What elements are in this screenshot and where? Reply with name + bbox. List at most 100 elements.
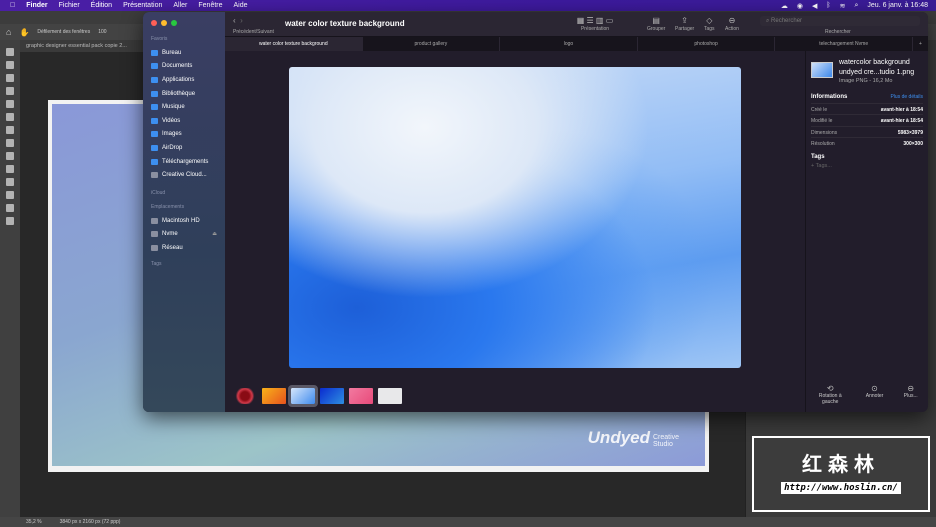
document-tab[interactable]: graphic designer essential pack copie 2.… (20, 40, 150, 52)
minimize-button[interactable] (161, 20, 167, 26)
text-tool-icon[interactable] (6, 191, 14, 199)
tab-logo[interactable]: logo (500, 37, 638, 51)
menu-fenetre[interactable]: Fenêtre (198, 2, 222, 9)
tab-water-color[interactable]: water color texture background (225, 37, 363, 51)
sidebar-location[interactable]: Macintosh HD (151, 214, 225, 228)
sidebar-location[interactable]: Réseau (151, 241, 225, 255)
hand-tool-icon[interactable] (6, 204, 14, 212)
brush-tool-icon[interactable] (6, 126, 14, 134)
tags-button[interactable]: ◇ Tags (704, 16, 715, 32)
eyedropper-tool-icon[interactable] (6, 113, 14, 121)
folder-icon (151, 90, 158, 97)
move-tool-icon[interactable] (6, 48, 14, 56)
more-icon: ⊖ (907, 384, 915, 393)
info-row: Modifié le avant-hier à 18:54 (811, 114, 923, 125)
apple-icon[interactable]:  (10, 2, 15, 9)
menu-aller[interactable]: Aller (173, 2, 187, 9)
menu-aide[interactable]: Aide (234, 2, 248, 9)
folder-icon (151, 63, 158, 70)
sidebar-item[interactable]: Bibliothèque (151, 87, 225, 101)
thumbnail-blue-selected[interactable] (288, 385, 318, 407)
search-label: Rechercher (825, 29, 851, 35)
forward-icon[interactable]: › (240, 16, 243, 25)
tab-product-gallery[interactable]: product gallery (363, 37, 501, 51)
close-button[interactable] (151, 20, 157, 26)
wifi-icon[interactable]: ≋ (840, 2, 846, 10)
info-value: avant-hier à 18:54 (880, 118, 923, 125)
rotate-left-button[interactable]: ⟲ Rotation à gauche (815, 384, 845, 405)
marquee-tool-icon[interactable] (6, 61, 14, 69)
lasso-tool-icon[interactable] (6, 74, 14, 82)
image-preview[interactable] (289, 67, 741, 368)
sidebar-item-label: Documents (162, 63, 193, 70)
sidebar-item[interactable]: Images (151, 128, 225, 142)
finder-sidebar: Favoris Bureau Documents Applications Bibli… (143, 12, 225, 412)
menu-finder[interactable]: Finder (26, 2, 47, 9)
eject-icon[interactable]: ⏏ (212, 231, 217, 237)
search-input[interactable]: ⌕ Rechercher (760, 16, 920, 26)
drive-icon (151, 244, 158, 251)
sidebar-item[interactable]: AirDrop (151, 141, 225, 155)
zoom-tool-icon[interactable] (6, 217, 14, 225)
thumbnail-white[interactable] (378, 388, 402, 404)
view-buttons[interactable]: ▦ ☰ ▥ ▭ Présentation (565, 16, 625, 32)
sidebar-item[interactable]: Vidéos (151, 114, 225, 128)
add-tags-input[interactable]: + Tags... (811, 163, 923, 169)
sidebar-item[interactable]: Téléchargements (151, 155, 225, 169)
sidebar-item[interactable]: Bureau (151, 46, 225, 60)
sidebar-item[interactable]: Applications (151, 73, 225, 87)
menu-presentation[interactable]: Présentation (123, 2, 162, 9)
spotlight-icon[interactable]: ⌕ (854, 2, 858, 10)
thumbnail-pink[interactable] (349, 388, 373, 404)
logo-sub: Creative Studio (653, 434, 680, 448)
wand-tool-icon[interactable] (6, 87, 14, 95)
sidebar-item[interactable]: Musique (151, 100, 225, 114)
more-details-link[interactable]: Plus de détails (890, 94, 923, 100)
sidebar-location[interactable]: Nvme ⏏ (151, 228, 225, 242)
more-button[interactable]: ⊖ Plus... (904, 384, 918, 405)
eraser-tool-icon[interactable] (6, 152, 14, 160)
gradient-tool-icon[interactable] (6, 165, 14, 173)
sidebar-item[interactable]: Creative Cloud... (151, 168, 225, 182)
new-tab-button[interactable]: + (913, 37, 928, 51)
thumbnail-deep-blue[interactable] (320, 388, 344, 404)
pen-tool-icon[interactable] (6, 178, 14, 186)
sidebar-item-label: Images (162, 131, 182, 138)
action-button[interactable]: ⊖ Action (725, 16, 739, 32)
thumbnail-red-splash[interactable] (233, 388, 257, 404)
thumbnail-orange[interactable] (262, 388, 286, 404)
crop-tool-icon[interactable] (6, 100, 14, 108)
file-name-line2: undyed cre...tudio 1.png (839, 69, 915, 76)
folder-icon (151, 131, 158, 138)
back-icon[interactable]: ‹ (233, 16, 236, 25)
creative-cloud-icon[interactable]: ☁ (781, 2, 788, 10)
sidebar-item-label: Musique (162, 104, 185, 111)
menu-fichier[interactable]: Fichier (59, 2, 80, 9)
clock[interactable]: Jeu. 6 janv. à 16:48 (867, 2, 928, 9)
share-button[interactable]: ⇪ Partager (675, 16, 694, 32)
menu-edition[interactable]: Édition (91, 2, 112, 9)
zoom-field[interactable]: 100 (98, 29, 106, 35)
group-button[interactable]: ▤ Grouper (647, 16, 665, 32)
info-value: 300×300 (903, 140, 923, 147)
home-icon[interactable]: ⌂ (6, 27, 11, 37)
drive-icon (151, 231, 158, 238)
stamp-tool-icon[interactable] (6, 139, 14, 147)
annotate-button[interactable]: ⊙ Annoter (866, 384, 884, 405)
sidebar-item[interactable]: Documents (151, 60, 225, 74)
volume-icon[interactable]: ◀ (812, 2, 817, 10)
view-icons-icon[interactable]: ▦ ☰ ▥ ▭ (565, 16, 625, 26)
tag-icon: ◇ (706, 16, 713, 25)
menu-bar:  Finder Fichier Édition Présentation Al… (0, 0, 936, 11)
zoom-button[interactable] (171, 20, 177, 26)
tab-photoshop[interactable]: photoshop (638, 37, 776, 51)
tab-telechargement[interactable]: telechargement Nvme (775, 37, 913, 51)
bluetooth-icon[interactable]: ᛒ (826, 2, 830, 9)
hand-tool-icon[interactable]: ✋ (19, 28, 29, 37)
file-kind: Image PNG - 16,2 Mo (839, 78, 893, 84)
info-panel: watercolor background undyed cre...tudio … (805, 51, 928, 412)
status-bar: 35,2 % 3840 px x 2160 px (72 ppp) (0, 517, 936, 527)
info-key: Modifié le (811, 118, 833, 125)
scroll-windows-checkbox[interactable]: Défilement des fenêtres (37, 29, 90, 35)
record-icon[interactable]: ◉ (797, 2, 803, 10)
